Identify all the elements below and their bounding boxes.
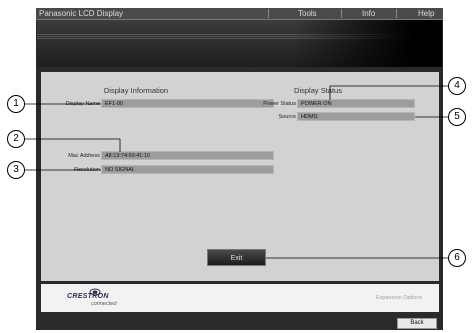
callout-3: 3 — [7, 161, 25, 179]
callout-2: 2 — [7, 130, 25, 148]
callout-1: 1 — [7, 95, 25, 113]
callout-5: 5 — [448, 108, 466, 126]
callout-6: 6 — [448, 249, 466, 267]
callout-lines — [16, 85, 457, 259]
callout-4: 4 — [448, 77, 466, 95]
